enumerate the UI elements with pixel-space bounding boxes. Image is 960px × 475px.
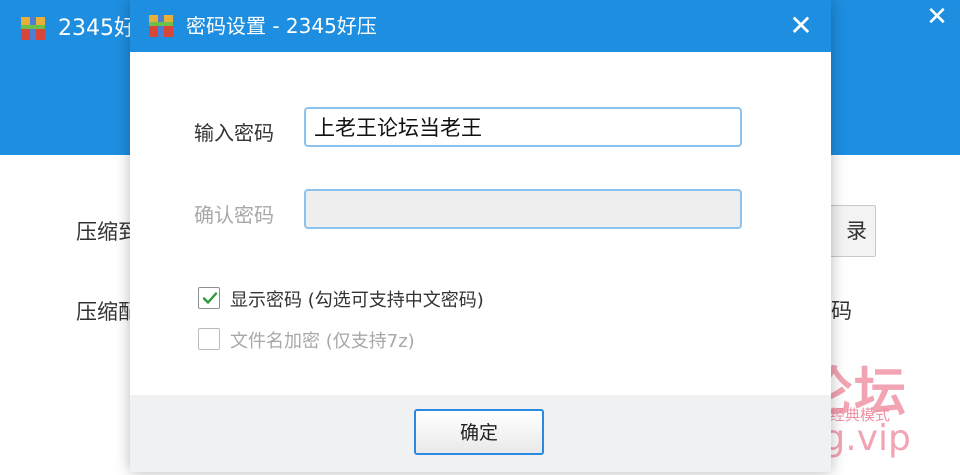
- ok-button[interactable]: 确定: [414, 409, 544, 455]
- dialog-close-icon[interactable]: ✕: [782, 8, 820, 44]
- password-settings-dialog: 密码设置 - 2345好压 ✕ 输入密码 确认密码 显示密码 (勾选可支持中文密…: [130, 0, 831, 472]
- haozip-app-icon: [149, 15, 173, 37]
- show-password-label[interactable]: 显示密码 (勾选可支持中文密码): [230, 286, 484, 312]
- encrypt-filename-checkbox[interactable]: [198, 328, 220, 350]
- password-input[interactable]: [304, 107, 742, 147]
- password-label: 输入密码: [194, 121, 274, 145]
- dialog-title-bar[interactable]: 密码设置 - 2345好压 ✕: [130, 0, 831, 52]
- show-password-checkbox[interactable]: [198, 287, 220, 309]
- haozip-app-icon: [21, 17, 45, 40]
- background-close-icon[interactable]: ✕: [920, 2, 954, 32]
- checkmark-icon: [202, 292, 218, 304]
- confirm-password-input[interactable]: [304, 189, 742, 229]
- background-window-title: 2345好: [58, 16, 136, 41]
- confirm-password-label: 确认密码: [194, 203, 274, 227]
- encrypt-filename-label[interactable]: 文件名加密 (仅支持7z): [230, 327, 415, 353]
- dialog-title: 密码设置 - 2345好压: [186, 14, 377, 38]
